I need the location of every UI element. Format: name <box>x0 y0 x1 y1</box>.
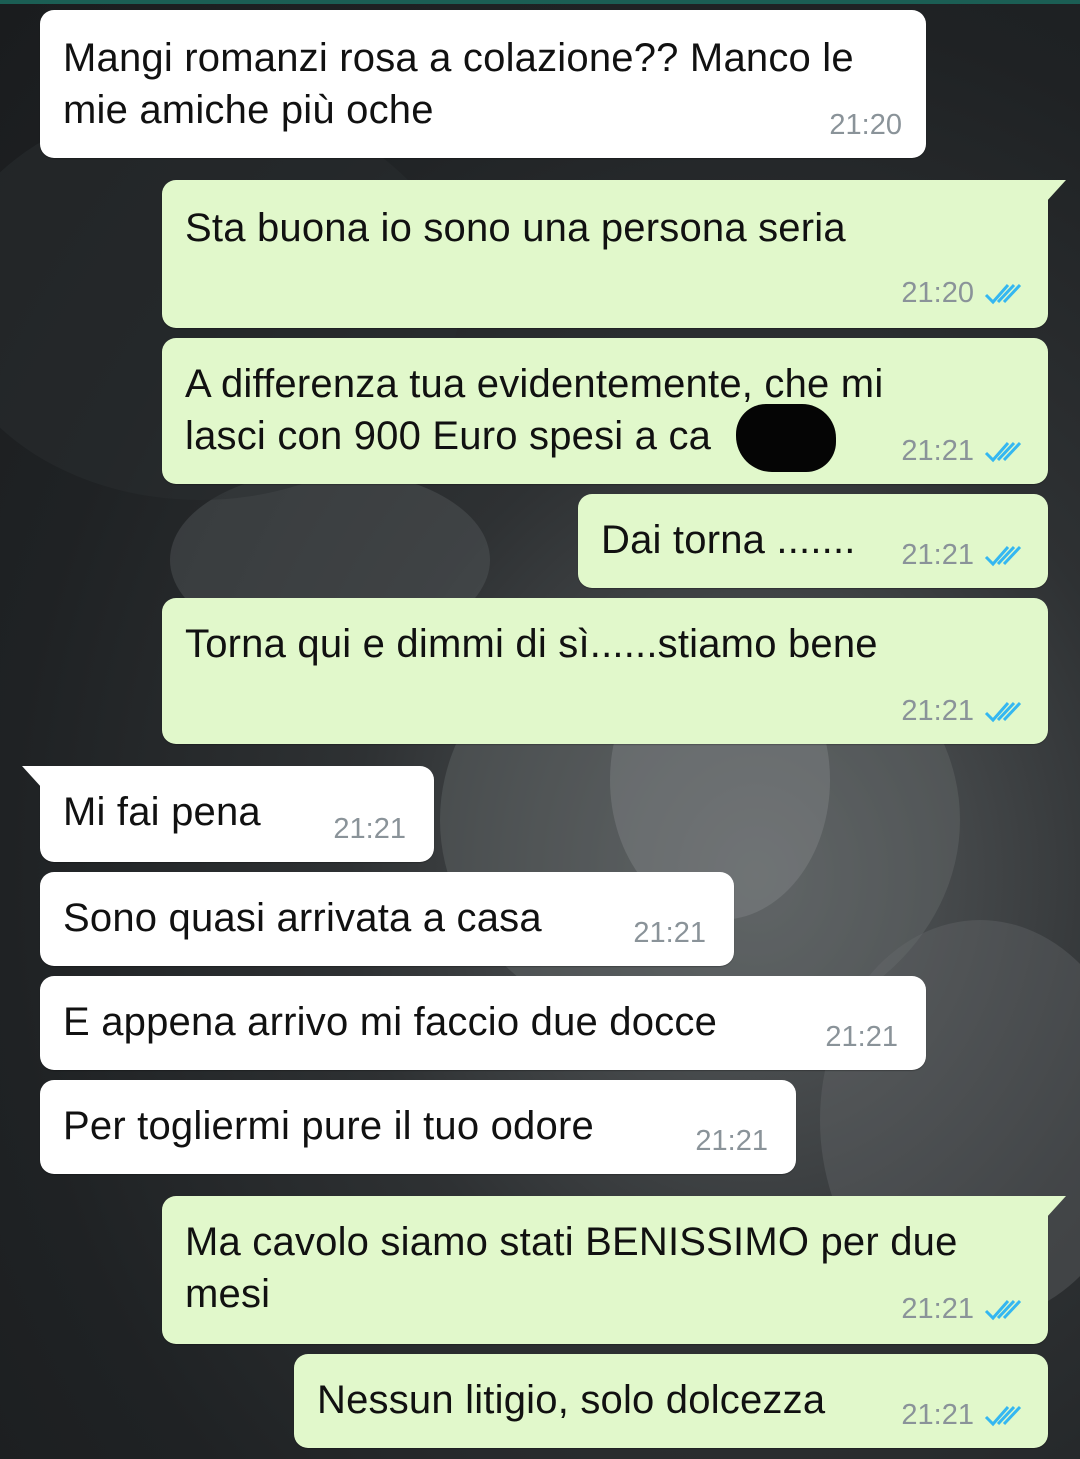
message-time: 21:20 <box>829 109 902 141</box>
message-meta: 21:21 <box>633 917 706 950</box>
message-time: 21:21 <box>901 539 974 571</box>
bubble-tail <box>22 766 42 788</box>
message-time: 21:21 <box>901 1293 974 1325</box>
message-meta: 21:21 <box>901 695 1024 728</box>
message-time: 21:21 <box>901 435 974 467</box>
message-time: 21:21 <box>633 917 706 949</box>
message-text: Mi fai pena <box>63 790 261 834</box>
message-text: Mangi romanzi rosa a colazione?? Manco l… <box>63 36 854 132</box>
message-meta: 21:20 <box>829 109 902 142</box>
double-check-icon <box>984 701 1022 722</box>
message-time: 21:21 <box>901 695 974 727</box>
message-time: 21:21 <box>695 1125 768 1157</box>
message-meta: 21:21 <box>695 1125 768 1158</box>
double-check-icon <box>984 545 1022 566</box>
message-outgoing[interactable]: Sta buona io sono una persona seria 21:2… <box>162 180 1066 328</box>
message-incoming[interactable]: Mangi romanzi rosa a colazione?? Manco l… <box>40 10 926 158</box>
chat-thread: Mangi romanzi rosa a colazione?? Manco l… <box>0 0 1080 1459</box>
message-incoming[interactable]: E appena arrivo mi faccio due docce 21:2… <box>40 976 926 1070</box>
redaction-mark <box>736 404 836 472</box>
message-meta: 21:21 <box>901 435 1024 468</box>
message-meta: 21:20 <box>901 277 1024 310</box>
message-time: 21:21 <box>333 813 406 845</box>
message-time: 21:20 <box>901 277 974 309</box>
message-text: Dai torna ....... <box>601 518 856 562</box>
double-check-icon <box>984 441 1022 462</box>
message-text: Torna qui e dimmi di sì......stiamo bene <box>185 622 878 666</box>
double-check-icon <box>984 283 1022 304</box>
message-text: Per togliermi pure il tuo odore <box>63 1104 594 1148</box>
bubble-tail <box>1046 180 1066 202</box>
message-meta: 21:21 <box>901 1399 1024 1432</box>
message-text: Ma cavolo siamo stati BENISSIMO per due … <box>185 1220 958 1316</box>
message-meta: 21:21 <box>901 1293 1024 1326</box>
message-text: Nessun litigio, solo dolcezza <box>317 1378 826 1422</box>
message-time: 21:21 <box>825 1021 898 1053</box>
double-check-icon <box>984 1405 1022 1426</box>
message-incoming[interactable]: Mi fai pena 21:21 <box>22 766 434 862</box>
message-outgoing[interactable]: Ma cavolo siamo stati BENISSIMO per due … <box>162 1196 1066 1344</box>
message-meta: 21:21 <box>333 813 406 846</box>
message-meta: 21:21 <box>825 1021 898 1054</box>
message-text: Sono quasi arrivata a casa <box>63 896 542 940</box>
message-meta: 21:21 <box>901 539 1024 572</box>
message-text: A differenza tua evidentemente, che mi l… <box>185 362 884 458</box>
message-outgoing[interactable]: Nessun litigio, solo dolcezza 21:21 <box>294 1354 1048 1448</box>
message-outgoing[interactable]: Torna qui e dimmi di sì......stiamo bene… <box>162 598 1048 744</box>
message-incoming[interactable]: Per togliermi pure il tuo odore 21:21 <box>40 1080 796 1174</box>
message-text: E appena arrivo mi faccio due docce <box>63 1000 718 1044</box>
bubble-tail <box>1046 1196 1066 1218</box>
message-incoming[interactable]: Sono quasi arrivata a casa 21:21 <box>40 872 734 966</box>
message-outgoing[interactable]: Dai torna ....... 21:21 <box>578 494 1048 588</box>
message-time: 21:21 <box>901 1399 974 1431</box>
message-outgoing[interactable]: A differenza tua evidentemente, che mi l… <box>162 338 1048 484</box>
message-text: Sta buona io sono una persona seria <box>185 206 846 250</box>
double-check-icon <box>984 1299 1022 1320</box>
